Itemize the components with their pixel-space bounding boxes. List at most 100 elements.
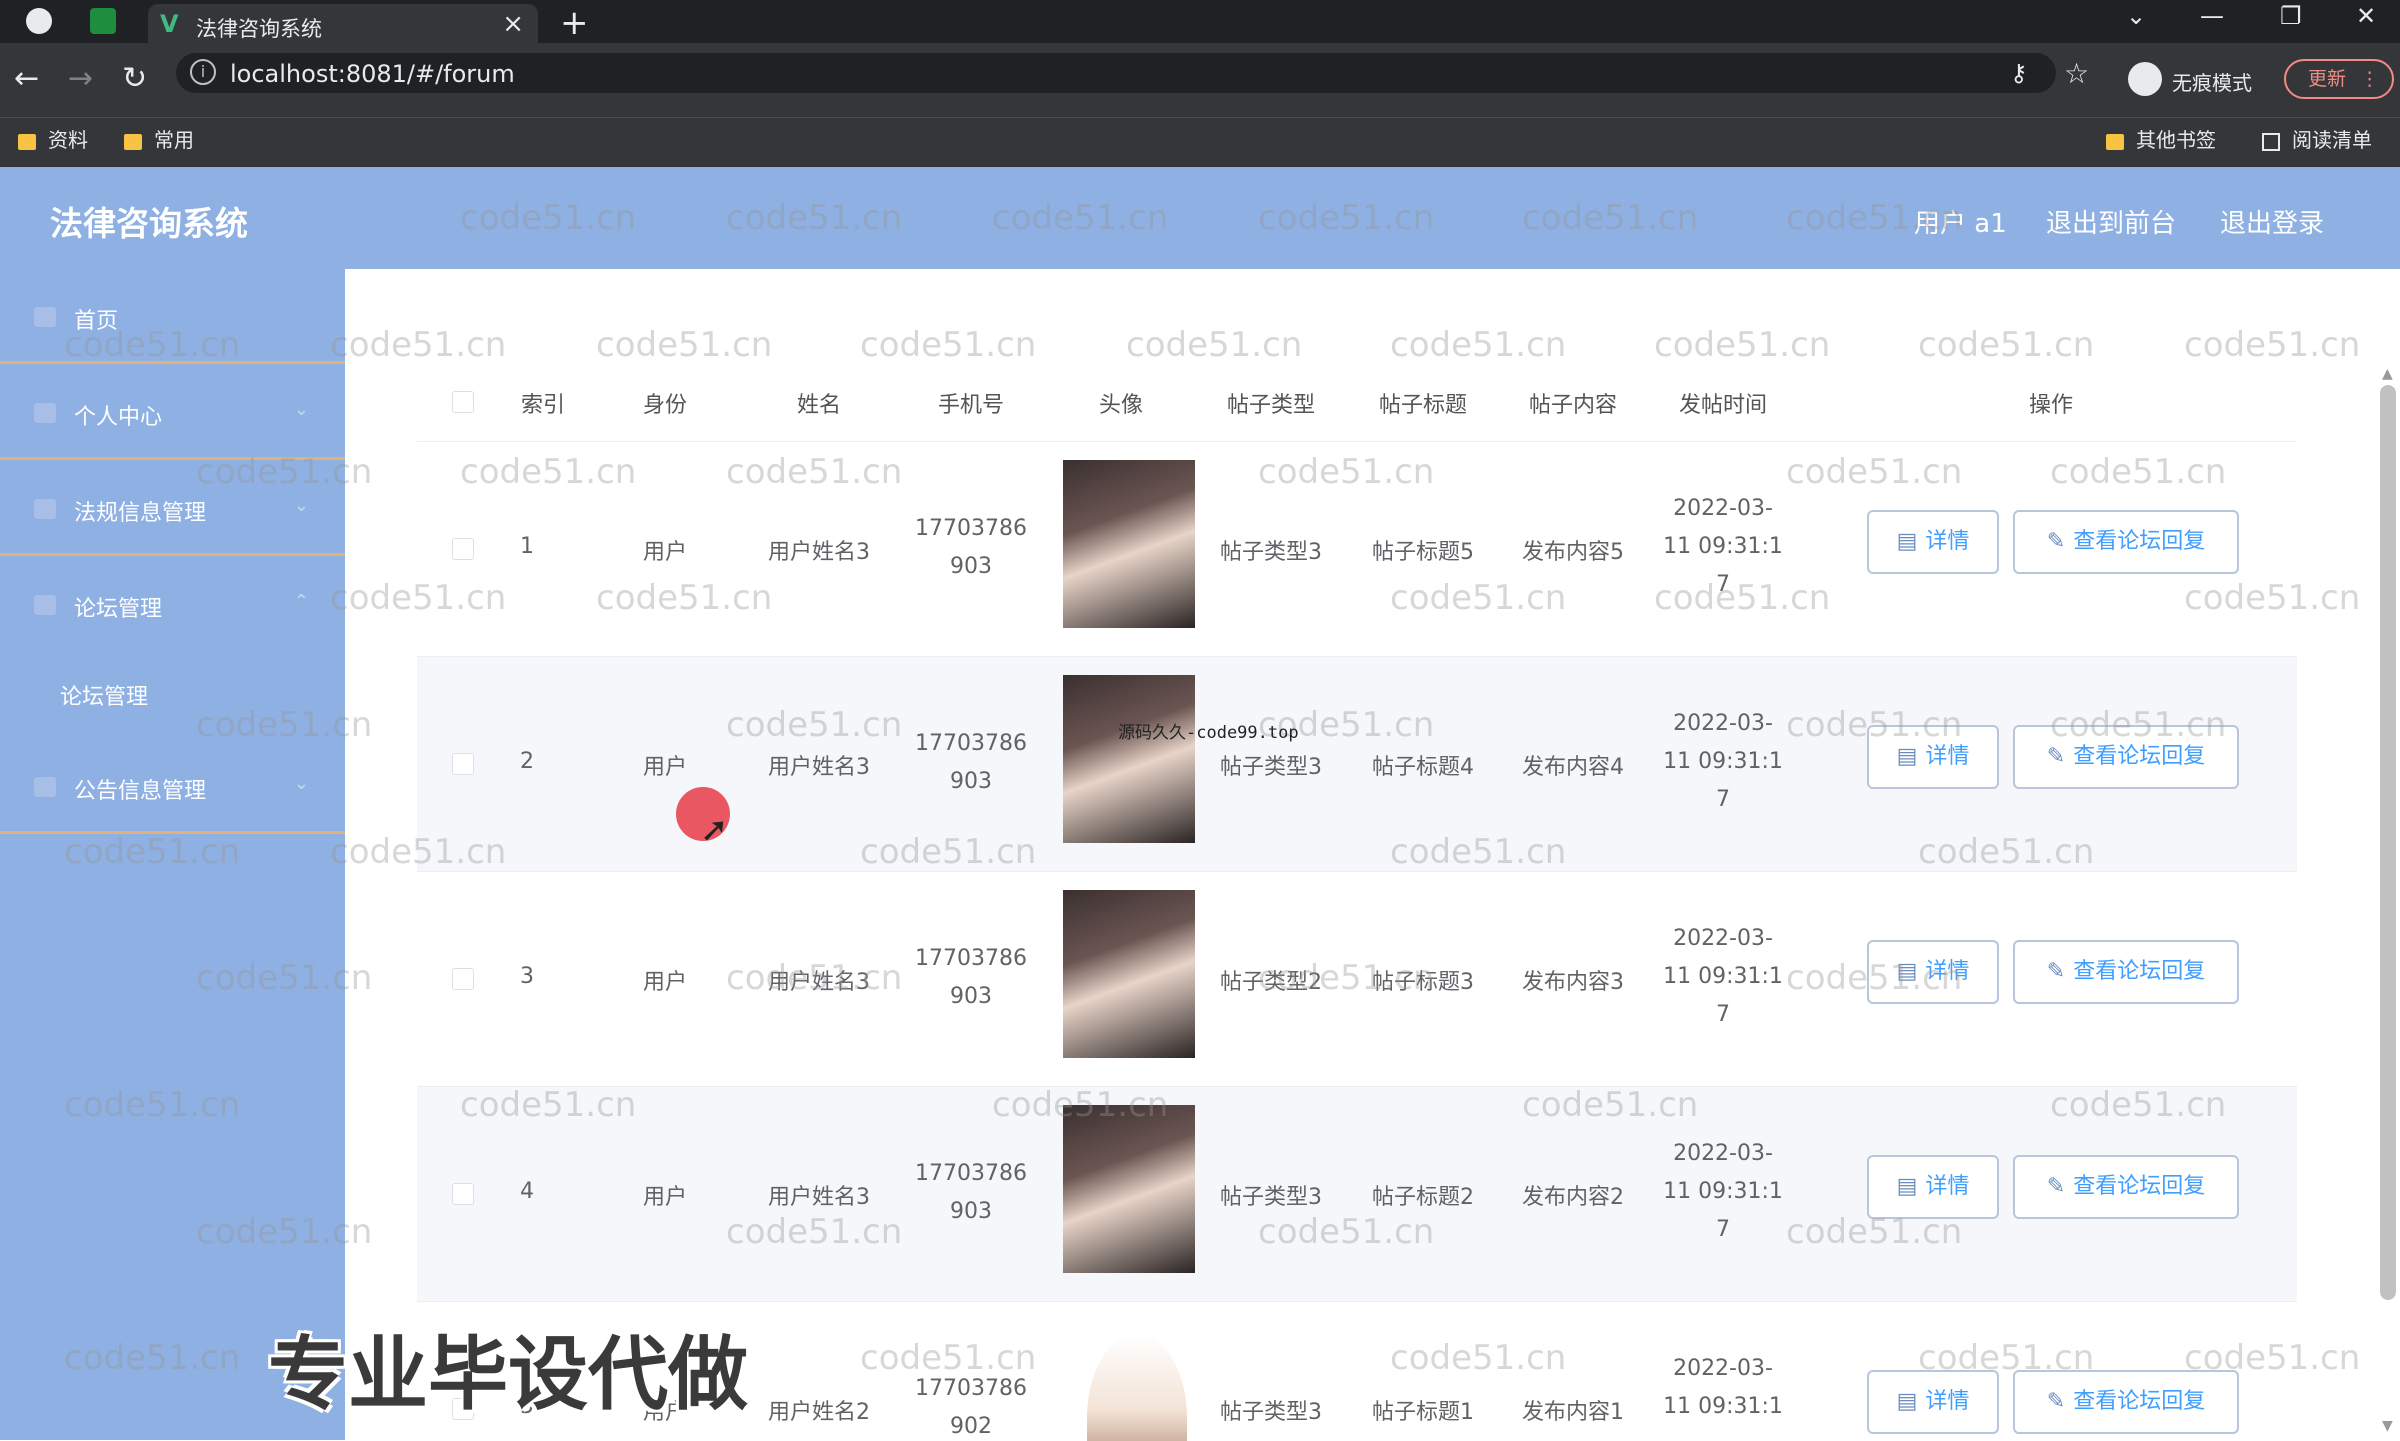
- cell-identity: 用户: [642, 1185, 688, 1210]
- chevron-up-icon: ⌃: [293, 591, 309, 612]
- view-replies-button[interactable]: ✎ 查看论坛回复: [2013, 725, 2239, 789]
- avatar: [1063, 460, 1195, 628]
- scroll-down-icon[interactable]: ▼: [2382, 1418, 2393, 1434]
- detail-label: 详情: [1925, 959, 1970, 984]
- scroll-up-icon[interactable]: ▲: [2382, 366, 2393, 382]
- view-replies-label: 查看论坛回复: [2073, 529, 2206, 554]
- bookmark-other[interactable]: 其他书签: [2106, 124, 2216, 153]
- star-icon[interactable]: ☆: [2064, 57, 2089, 90]
- row-checkbox[interactable]: [452, 753, 474, 775]
- omnibox[interactable]: i localhost:8081/#/forum: [176, 53, 2056, 93]
- sidebar: 首页 个人中心 ⌄ 法规信息管理 ⌄ 论坛管理 ⌃ 论坛管理 公告信息管理 ⌄: [0, 269, 345, 1440]
- restore-icon[interactable]: ❐: [2280, 2, 2302, 30]
- detail-button[interactable]: ▤ 详情: [1867, 1370, 1999, 1434]
- phone-part: 903: [949, 1199, 992, 1224]
- col-phone: 手机号: [937, 393, 1005, 418]
- time-part: 2022-03-: [1673, 711, 1773, 736]
- table-row: 3 用户 用户姓名3 17703786 903 帖子类型2 帖子标题3 发布内容3…: [417, 871, 2297, 1087]
- sidebar-subitem-forum[interactable]: 论坛管理: [60, 679, 148, 711]
- detail-label: 详情: [1925, 1389, 1970, 1414]
- cell-post-type: 帖子类型3: [1220, 1400, 1322, 1425]
- sidebar-item-label: 首页: [74, 309, 119, 334]
- time-part: 11 09:31:1: [1663, 964, 1783, 989]
- minimize-icon[interactable]: —: [2200, 2, 2224, 30]
- view-replies-button[interactable]: ✎ 查看论坛回复: [2013, 510, 2239, 574]
- cell-name: 用户姓名3: [768, 970, 870, 995]
- phone-part: 17703786: [915, 1161, 1027, 1186]
- select-all-checkbox[interactable]: [452, 391, 474, 413]
- time-part: 7: [1715, 1217, 1730, 1242]
- document-icon: ▤: [1896, 1174, 1918, 1199]
- sidebar-item-forum[interactable]: 论坛管理 ⌃: [0, 557, 345, 649]
- row-checkbox[interactable]: [452, 538, 474, 560]
- browser-menu-icon[interactable]: [26, 8, 52, 34]
- sheet-tab-icon[interactable]: [90, 8, 116, 34]
- bookmark-label: 阅读清单: [2292, 128, 2372, 152]
- vertical-scrollbar[interactable]: [2380, 385, 2396, 1300]
- close-window-icon[interactable]: ✕: [2356, 2, 2376, 30]
- new-tab-button[interactable]: +: [560, 3, 589, 43]
- col-avatar: 头像: [1098, 393, 1144, 418]
- cell-name: 用户姓名3: [768, 755, 870, 780]
- view-replies-label: 查看论坛回复: [2073, 1174, 2206, 1199]
- tab-list-icon[interactable]: ⌄: [2126, 2, 2146, 30]
- detail-button[interactable]: ▤ 详情: [1867, 510, 1999, 574]
- detail-label: 详情: [1925, 529, 1970, 554]
- key-icon[interactable]: ⚷: [2010, 59, 2028, 87]
- logout-link[interactable]: 退出登录: [2220, 203, 2324, 240]
- time-part: 2022-03-: [1673, 1141, 1773, 1166]
- detail-button[interactable]: ▤ 详情: [1867, 1155, 1999, 1219]
- browser-tab-active[interactable]: V 法律咨询系统 ×: [148, 4, 538, 43]
- update-button[interactable]: 更新 ⋮: [2284, 59, 2394, 99]
- sidebar-item-label: 论坛管理: [74, 597, 163, 622]
- time-part: 7: [1715, 1002, 1730, 1027]
- sidebar-item-law[interactable]: 法规信息管理 ⌄: [0, 461, 345, 556]
- cell-phone: 17703786 902: [915, 1370, 1027, 1441]
- time-part: 7: [1715, 572, 1730, 597]
- view-replies-button[interactable]: ✎ 查看论坛回复: [2013, 940, 2239, 1004]
- close-tab-icon[interactable]: ×: [502, 9, 524, 39]
- time-part: 7: [1715, 787, 1730, 812]
- sidebar-item-notice[interactable]: 公告信息管理 ⌄: [0, 739, 345, 834]
- view-replies-label: 查看论坛回复: [2073, 1389, 2206, 1414]
- avatar: [1063, 890, 1195, 1058]
- exit-front-link[interactable]: 退出到前台: [2046, 203, 2176, 240]
- site-info-icon[interactable]: i: [190, 59, 216, 85]
- chevron-down-icon: ⌄: [293, 495, 309, 516]
- incognito-avatar-icon[interactable]: [2128, 62, 2162, 96]
- tab-title: 法律咨询系统: [196, 17, 322, 41]
- col-identity: 身份: [642, 393, 688, 418]
- main-content: 索引 身份 姓名 手机号 头像 帖子类型 帖子标题 帖子内容 发帖时间 操作 1…: [345, 269, 2400, 1441]
- cell-phone: 17703786 903: [915, 1155, 1027, 1231]
- detail-button[interactable]: ▤ 详情: [1867, 940, 1999, 1004]
- bookmark-folder-changyong[interactable]: 常用: [124, 124, 194, 153]
- back-icon[interactable]: ←: [14, 61, 39, 96]
- mouse-cursor-icon: ➚: [700, 810, 729, 850]
- sidebar-item-home[interactable]: 首页: [0, 269, 345, 364]
- row-checkbox[interactable]: [452, 1183, 474, 1205]
- reading-list[interactable]: 阅读清单: [2262, 124, 2372, 153]
- avatar: [1063, 1105, 1195, 1273]
- update-label: 更新: [2308, 68, 2347, 90]
- app-header: 法律咨询系统 用户 a1 退出到前台 退出登录: [0, 167, 2400, 269]
- table-header: 索引 身份 姓名 手机号 头像 帖子类型 帖子标题 帖子内容 发帖时间 操作: [417, 361, 2297, 441]
- cell-post-type: 帖子类型3: [1220, 755, 1322, 780]
- phone-part: 902: [949, 1414, 992, 1439]
- reload-icon[interactable]: ↻: [122, 61, 147, 96]
- col-post-type: 帖子类型: [1226, 393, 1316, 418]
- detail-button[interactable]: ▤ 详情: [1867, 725, 1999, 789]
- sidebar-item-label: 公告信息管理: [74, 779, 207, 804]
- sidebar-item-personal[interactable]: 个人中心 ⌄: [0, 365, 345, 460]
- view-replies-label: 查看论坛回复: [2073, 959, 2206, 984]
- phone-part: 17703786: [915, 1376, 1027, 1401]
- chevron-down-icon: ⌄: [293, 399, 309, 420]
- bookmark-folder-ziliao[interactable]: 资料: [18, 124, 88, 153]
- row-checkbox[interactable]: [452, 968, 474, 990]
- current-user: 用户 a1: [1914, 209, 2007, 239]
- cell-post-content: 发布内容5: [1522, 540, 1624, 565]
- view-replies-button[interactable]: ✎ 查看论坛回复: [2013, 1370, 2239, 1434]
- forward-icon[interactable]: →: [68, 61, 93, 96]
- view-replies-button[interactable]: ✎ 查看论坛回复: [2013, 1155, 2239, 1219]
- url-text[interactable]: localhost:8081/#/forum: [230, 60, 515, 88]
- cell-post-content: 发布内容1: [1522, 1400, 1624, 1425]
